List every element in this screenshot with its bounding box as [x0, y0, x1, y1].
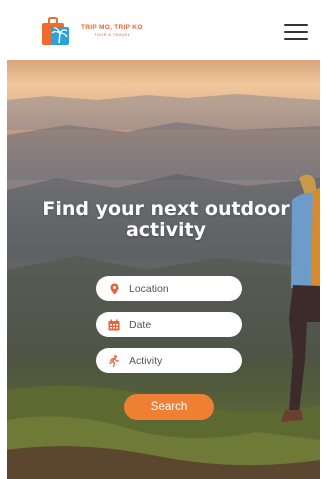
menu-bar	[284, 24, 308, 26]
activity-field[interactable]	[96, 348, 242, 373]
logo-text[interactable]: TRIP MO, TRIP KO TOUR & TRAVEL	[81, 24, 143, 37]
calendar-icon	[108, 319, 120, 331]
menu-bar	[284, 31, 308, 33]
headline-line-1: Find your next outdoor	[42, 198, 290, 220]
location-input[interactable]	[129, 282, 239, 295]
logo-title: TRIP MO, TRIP KO	[81, 24, 143, 31]
map-pin-icon	[108, 283, 120, 295]
hero-section: Find your next outdoor activity Search	[7, 60, 320, 479]
hero-headline: Find your next outdoor activity	[7, 199, 320, 241]
logo-subtitle: TOUR & TRAVEL	[94, 32, 131, 37]
search-button[interactable]: Search	[124, 394, 214, 420]
date-input[interactable]	[129, 318, 239, 331]
location-field[interactable]	[96, 276, 242, 301]
headline-line-2: activity	[125, 219, 207, 241]
activity-input[interactable]	[129, 354, 239, 367]
site-header: TRIP MO, TRIP KO TOUR & TRAVEL	[7, 4, 320, 60]
logo-icon[interactable]	[37, 13, 73, 49]
date-field[interactable]	[96, 312, 242, 337]
hamburger-menu-icon[interactable]	[283, 21, 309, 43]
menu-bar	[284, 38, 308, 40]
running-person-icon	[108, 354, 120, 367]
